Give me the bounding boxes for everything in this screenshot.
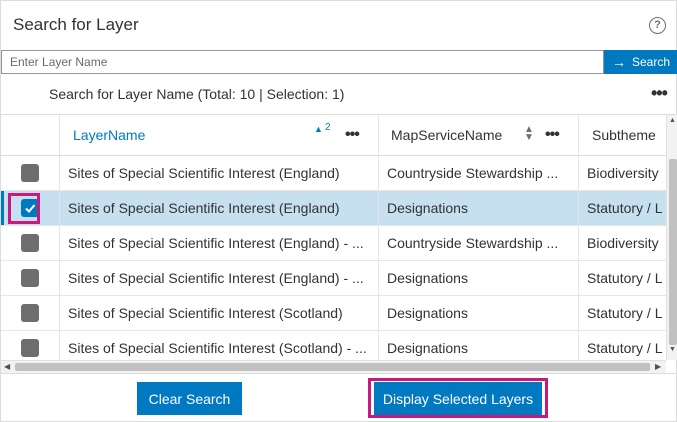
scroll-right-icon[interactable]: ▶ <box>655 362 661 371</box>
row-checkbox[interactable] <box>21 339 39 357</box>
row-select-cell <box>1 156 60 190</box>
search-button-label: Search <box>631 55 671 69</box>
cell-subtheme: Statutory / L <box>587 200 663 216</box>
search-for-layer-panel: Search for Layer ? → Search Search for L… <box>0 0 677 422</box>
grid-header: LayerName ▲ 2 ••• MapServiceName ▲ ▼ ••• … <box>1 115 666 156</box>
cell-layername: Sites of Special Scientific Interest (En… <box>60 191 379 225</box>
sort-ascending-icon[interactable]: ▲ <box>314 124 323 134</box>
table-row[interactable]: Sites of Special Scientific Interest (En… <box>1 156 666 191</box>
row-select-cell <box>1 226 60 260</box>
cell-mapservicename: Designations <box>379 261 579 295</box>
column-menu-icon[interactable]: ••• <box>345 126 360 144</box>
panel-title: Search for Layer <box>13 15 139 34</box>
cell-subtheme: Biodiversity <box>587 165 659 181</box>
cell-subtheme: Statutory / L <box>587 270 663 286</box>
header-select-cell <box>1 115 60 155</box>
search-row: → Search <box>1 50 677 74</box>
scrollbar-thumb[interactable] <box>15 363 650 371</box>
selected-row-indicator <box>1 191 4 225</box>
row-select-cell <box>1 296 60 330</box>
clear-search-button[interactable]: Clear Search <box>137 382 242 415</box>
cell-mapservicename: Countryside Stewardship ... <box>379 226 579 260</box>
cell-layername: Sites of Special Scientific Interest (En… <box>60 156 379 190</box>
cell-layername: Sites of Special Scientific Interest (En… <box>60 226 379 260</box>
table-row[interactable]: Sites of Special Scientific Interest (En… <box>1 261 666 296</box>
row-checkbox[interactable] <box>21 304 39 322</box>
sort-unsorted-icon[interactable]: ▲ ▼ <box>524 125 534 143</box>
scrollbar-thumb[interactable] <box>669 159 677 345</box>
column-label: LayerName <box>73 127 146 143</box>
arrow-right-icon: → <box>611 54 626 70</box>
row-checkbox[interactable] <box>21 164 39 182</box>
scroll-down-icon[interactable]: ▼ <box>669 346 676 353</box>
scroll-up-icon[interactable]: ▲ <box>669 117 676 124</box>
table-row[interactable]: Sites of Special Scientific Interest (Sc… <box>1 296 666 331</box>
layer-grid: LayerName ▲ 2 ••• MapServiceName ▲ ▼ ••• … <box>1 114 677 374</box>
column-label: MapServiceName <box>391 127 503 143</box>
cell-layername: Sites of Special Scientific Interest (Sc… <box>60 296 379 330</box>
cell-layername: Sites of Special Scientific Interest (En… <box>60 261 379 295</box>
row-select-cell <box>1 261 60 295</box>
display-selected-layers-button[interactable]: Display Selected Layers <box>374 382 542 415</box>
column-menu-icon[interactable]: ••• <box>545 126 560 144</box>
horizontal-scrollbar[interactable]: ◀ ▶ <box>1 360 666 373</box>
cell-mapservicename: Designations <box>379 191 579 225</box>
cell-subtheme: Statutory / L <box>587 305 663 321</box>
column-header-subtheme[interactable]: Subtheme <box>579 115 677 155</box>
row-checkbox[interactable] <box>21 234 39 252</box>
scroll-left-icon[interactable]: ◀ <box>4 362 10 371</box>
column-label: Subtheme <box>592 127 656 143</box>
cell-mapservicename: Countryside Stewardship ... <box>379 156 579 190</box>
cell-mapservicename: Designations <box>379 296 579 330</box>
search-button[interactable]: → Search <box>604 50 677 74</box>
column-header-layername[interactable]: LayerName <box>60 115 379 155</box>
table-row[interactable]: Sites of Special Scientific Interest (En… <box>1 191 666 226</box>
table-row[interactable]: Sites of Special Scientific Interest (En… <box>1 226 666 261</box>
help-icon[interactable]: ? <box>649 17 666 34</box>
checkbox-highlight <box>8 193 40 224</box>
row-checkbox[interactable] <box>21 269 39 287</box>
vertical-scrollbar[interactable]: ▲ ▼ <box>666 115 677 360</box>
search-input[interactable] <box>1 50 604 74</box>
result-summary: Search for Layer Name (Total: 10 | Selec… <box>49 86 345 102</box>
cell-subtheme: Biodiversity <box>587 235 659 251</box>
more-options-icon[interactable]: ••• <box>651 83 668 104</box>
sort-order-number: 2 <box>325 122 331 133</box>
